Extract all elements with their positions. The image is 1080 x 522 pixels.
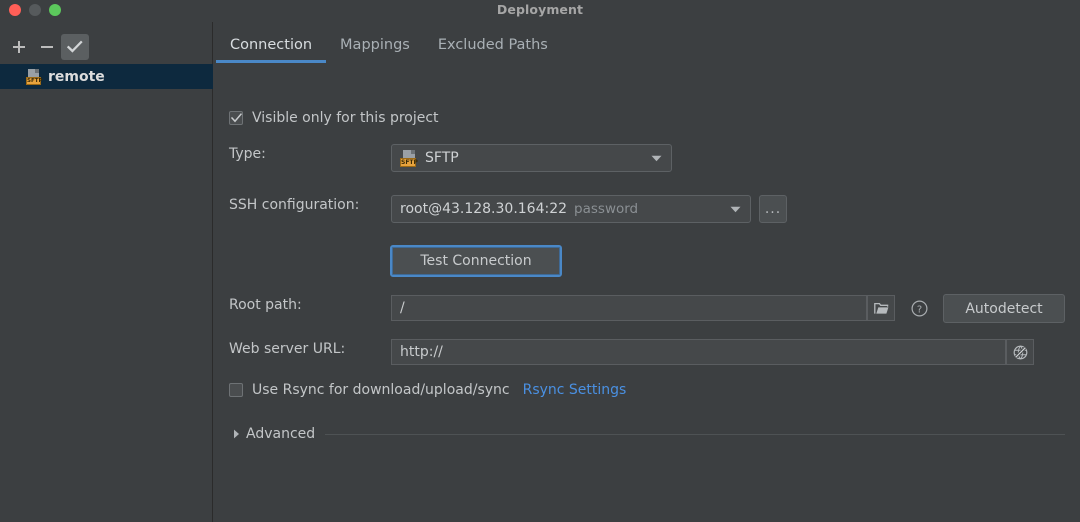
window-title: Deployment [0,2,1080,17]
remove-server-button[interactable] [33,34,61,60]
chevron-down-icon[interactable] [724,196,746,222]
folder-icon [874,302,889,315]
sftp-icon: SFTP [400,150,418,167]
type-value: SFTP [425,150,459,166]
web-server-url-row: Web server URL: [229,341,345,357]
connection-panel: Connection Mappings Excluded Paths Visib… [214,22,1080,522]
ssh-configuration-value: root@43.128.30.164:22 [400,201,567,217]
root-path-label: Root path: [229,297,302,313]
minus-icon [40,40,54,54]
visible-only-label: Visible only for this project [252,110,439,126]
type-label: Type: [229,146,266,162]
web-server-url-input[interactable]: http:// [391,339,1006,365]
type-select[interactable]: SFTP SFTP [391,144,672,172]
svg-text:?: ? [916,304,921,315]
ssh-configuration-browse-label: ... [765,201,781,217]
web-server-url-label: Web server URL: [229,341,345,357]
chevron-right-icon[interactable] [229,429,243,439]
add-server-button[interactable] [5,34,33,60]
server-name-label: remote [48,69,105,85]
rsync-row: Use Rsync for download/upload/sync Rsync… [229,382,626,398]
visible-only-row[interactable]: Visible only for this project [229,110,439,126]
checkmark-icon [67,40,83,54]
tab-excluded-paths[interactable]: Excluded Paths [424,34,562,63]
type-row: Type: [229,146,266,162]
title-bar: Deployment [0,0,1080,22]
section-divider [325,434,1065,435]
globe-icon [1013,345,1028,360]
chevron-down-icon[interactable] [645,145,667,171]
test-connection-label: Test Connection [420,253,531,269]
ssh-configuration-row: SSH configuration: [229,197,359,213]
ssh-configuration-select[interactable]: root@43.128.30.164:22 password [391,195,751,223]
ssh-auth-hint: password [574,201,638,217]
root-path-browse-button[interactable] [867,295,895,321]
sftp-badge-label: SFTP [26,77,41,85]
autodetect-button[interactable]: Autodetect [943,294,1065,323]
root-path-row: Root path: [229,297,302,313]
help-circle-icon: ? [911,300,928,317]
deployment-sidebar: SFTP remote [0,22,213,522]
checkmark-icon [231,113,242,123]
use-rsync-label: Use Rsync for download/upload/sync [252,382,510,398]
server-list: SFTP remote [0,64,213,89]
tab-connection-label: Connection [230,37,312,53]
web-server-url-value: http:// [400,344,443,360]
set-default-button[interactable] [61,34,89,60]
web-server-url-open-button[interactable] [1006,339,1034,365]
root-path-value: / [400,300,405,316]
list-item[interactable]: SFTP remote [0,64,213,89]
tab-excluded-paths-label: Excluded Paths [438,37,548,53]
plus-icon [12,40,26,54]
root-path-input[interactable]: / [391,295,867,321]
tab-connection[interactable]: Connection [216,34,326,63]
advanced-label: Advanced [246,426,315,442]
sftp-icon: SFTP [26,69,42,85]
tab-bar: Connection Mappings Excluded Paths [214,34,562,70]
use-rsync-checkbox[interactable] [229,383,243,397]
tab-mappings[interactable]: Mappings [326,34,424,63]
deployment-dialog: Deployment [0,0,1080,522]
advanced-section-header[interactable]: Advanced [229,426,1065,442]
ssh-configuration-label: SSH configuration: [229,197,359,213]
sftp-badge-label: SFTP [400,158,416,167]
sidebar-toolbar [0,32,213,62]
active-tab-underline [216,60,326,63]
tab-mappings-label: Mappings [340,37,410,53]
visible-only-checkbox[interactable] [229,111,243,125]
test-connection-button[interactable]: Test Connection [390,245,562,277]
root-path-help-button[interactable]: ? [908,295,930,321]
rsync-settings-link[interactable]: Rsync Settings [523,382,627,398]
autodetect-label: Autodetect [965,301,1042,317]
ssh-configuration-browse-button[interactable]: ... [759,195,787,223]
